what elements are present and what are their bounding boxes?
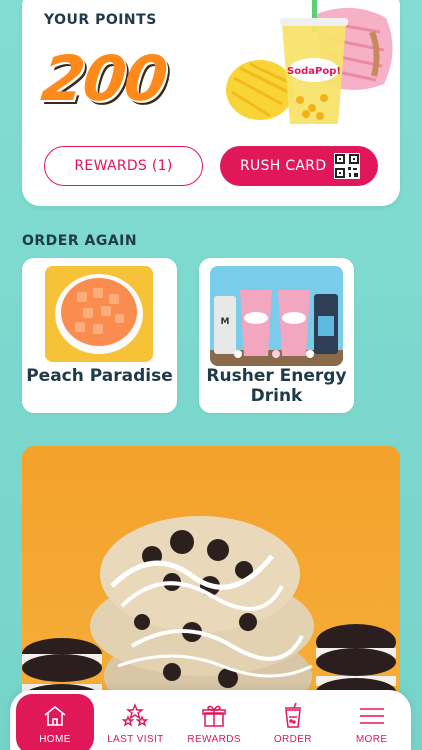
svg-text:M: M <box>221 317 230 327</box>
nav-last-visit[interactable]: LAST VISIT <box>96 690 175 750</box>
rush-card-button[interactable]: RUSH CARD <box>220 146 378 186</box>
cup-icon <box>284 702 301 728</box>
order-again-title: ORDER AGAIN <box>22 233 138 249</box>
nav-order[interactable]: ORDER <box>254 690 333 750</box>
nav-more[interactable]: MORE <box>332 690 411 750</box>
nav-label: ORDER <box>273 734 312 745</box>
rush-card-label: RUSH CARD <box>240 158 327 174</box>
nav-home[interactable]: HOME <box>16 694 94 750</box>
promo-image: SodaPop! <box>226 0 393 124</box>
nav-label: HOME <box>39 734 71 745</box>
rewards-button[interactable]: REWARDS (1) <box>44 146 203 186</box>
rusher-energy-drink-image: M <box>210 266 343 366</box>
nav-label: MORE <box>355 734 388 745</box>
gift-icon <box>202 705 226 727</box>
nav-label: LAST VISIT <box>107 734 164 745</box>
order-card-rusher-energy-drink[interactable]: M Rusher Energy Drink <box>199 258 354 413</box>
home-icon <box>44 705 66 726</box>
order-item-name: Rusher Energy Drink <box>206 366 347 406</box>
peach-paradise-image <box>45 266 153 362</box>
bottom-nav: HOME LAST VISIT REWARDS ORDER MORE <box>10 690 411 750</box>
points-value: 200 <box>38 42 170 115</box>
points-card: YOUR POINTS 200 SodaPop! REWARDS (1) RUS… <box>22 0 400 206</box>
nav-label: REWARDS <box>187 734 241 745</box>
menu-icon <box>359 708 384 724</box>
order-item-name: Peach Paradise <box>26 366 173 386</box>
nav-rewards[interactable]: REWARDS <box>175 690 254 750</box>
points-label: YOUR POINTS <box>44 12 157 28</box>
svg-text:SodaPop!: SodaPop! <box>287 66 341 77</box>
stars-icon <box>121 703 149 727</box>
concha-image <box>226 60 294 120</box>
drink-cup-image: SodaPop! <box>280 0 348 124</box>
order-card-peach-paradise[interactable]: Peach Paradise <box>22 258 177 413</box>
qr-code-icon <box>334 153 360 179</box>
